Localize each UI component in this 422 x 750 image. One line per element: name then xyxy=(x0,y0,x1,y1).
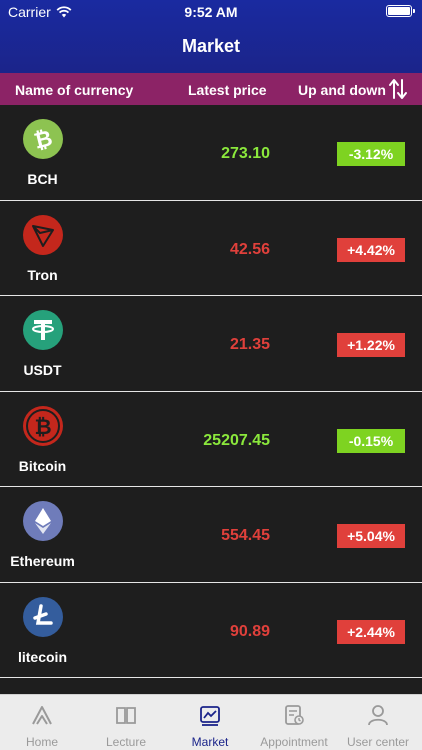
tab-home[interactable]: Home xyxy=(0,695,84,750)
coin-change-badge: +2.44% xyxy=(337,619,405,644)
coin-name: litecoin xyxy=(17,648,67,665)
coin-price: 554.45 xyxy=(221,527,270,544)
coin-price: 25207.45 xyxy=(203,431,270,449)
tab-appointment[interactable]: Appointment xyxy=(252,695,336,750)
tab-market[interactable]: Market xyxy=(168,695,252,750)
tab-bar: Home Lecture Market Appointment User cen… xyxy=(0,694,422,750)
tab-lecture-label: Lecture xyxy=(105,735,147,749)
home-icon xyxy=(32,706,52,725)
market-screen: Carrier 9:52 AM Market Name of currency … xyxy=(0,0,422,750)
coin-row-tron[interactable]: Tron 42.56 +4.42% xyxy=(0,200,422,296)
coin-row-litecoin[interactable]: litecoin 90.89 +2.44% xyxy=(0,582,422,678)
coin-change-badge: +1.22% xyxy=(337,333,405,357)
status-bar: Carrier 9:52 AM xyxy=(0,0,422,26)
coin-name: USDT xyxy=(23,362,62,378)
coin-row-bitcoin[interactable]: ₿ Bitcoin 25207.45 -0.15% xyxy=(0,391,422,487)
tab-user-center-label: User center xyxy=(346,735,410,749)
tab-user-center[interactable]: User center xyxy=(336,695,420,750)
header: Carrier 9:52 AM Market xyxy=(0,0,422,73)
page-title: Market xyxy=(181,36,241,56)
column-header: Name of currency Latest price Up and dow… xyxy=(0,73,422,105)
bitcoin-cash-icon: ₿ xyxy=(23,119,63,159)
tab-lecture[interactable]: Lecture xyxy=(84,695,168,750)
column-name-label: Name of currency xyxy=(15,82,134,98)
coin-name: Tron xyxy=(27,266,58,283)
coin-row-ethereum[interactable]: Ethereum 554.45 +5.04% xyxy=(0,487,422,583)
coin-price: 42.56 xyxy=(229,240,270,258)
coin-change-badge: +5.04% xyxy=(337,524,405,548)
column-price-label: Latest price xyxy=(188,82,267,98)
sort-icon[interactable] xyxy=(388,78,408,100)
coin-price: 21.35 xyxy=(229,336,270,353)
column-change-label: Up and down xyxy=(298,82,386,98)
user-icon xyxy=(368,705,388,726)
coin-name: Bitcoin xyxy=(18,457,67,474)
coin-row-usdt[interactable]: USDT 21.35 +1.22% xyxy=(0,296,422,392)
coin-change-badge: +4.42% xyxy=(337,237,405,262)
chart-icon xyxy=(200,706,220,726)
bitcoin-icon: ₿ xyxy=(23,405,63,446)
coin-row-bch[interactable]: ₿ BCH 273.10 -3.12% xyxy=(0,105,422,201)
coin-change-badge: -3.12% xyxy=(337,142,405,166)
tab-appointment-label: Appointment xyxy=(260,735,328,749)
battery-icon xyxy=(386,5,415,17)
appointment-icon xyxy=(285,705,304,725)
tron-icon xyxy=(23,214,63,255)
coin-name: BCH xyxy=(27,171,58,187)
tab-market-label: Market xyxy=(191,735,229,749)
litecoin-icon xyxy=(23,596,63,637)
tab-home-label: Home xyxy=(25,735,58,749)
status-time: 9:52 AM xyxy=(184,4,238,20)
coin-name: Ethereum xyxy=(10,553,75,569)
coin-price: 90.89 xyxy=(229,622,270,640)
coin-change-badge: -0.15% xyxy=(337,428,405,453)
coin-list: ₿ BCH 273.10 -3.12% Tron 42.56 +4.42% US… xyxy=(0,105,422,678)
coin-price: 273.10 xyxy=(221,145,270,162)
svg-text:₿: ₿ xyxy=(34,415,51,439)
ethereum-icon xyxy=(23,501,63,541)
tether-icon xyxy=(23,310,63,350)
book-icon xyxy=(116,707,136,724)
